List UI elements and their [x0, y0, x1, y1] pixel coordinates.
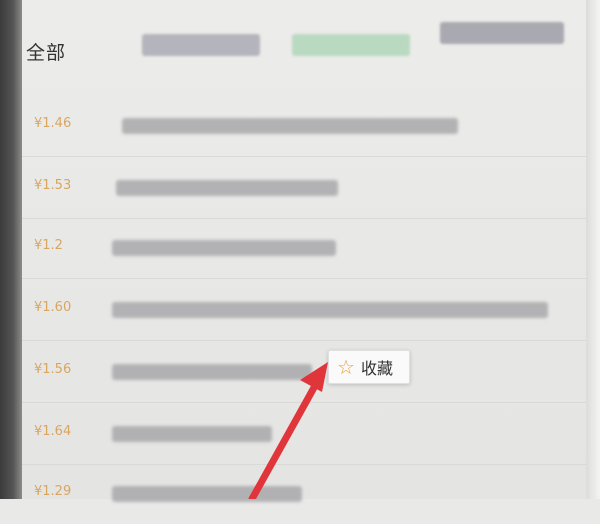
- pointer-arrow: [248, 362, 328, 499]
